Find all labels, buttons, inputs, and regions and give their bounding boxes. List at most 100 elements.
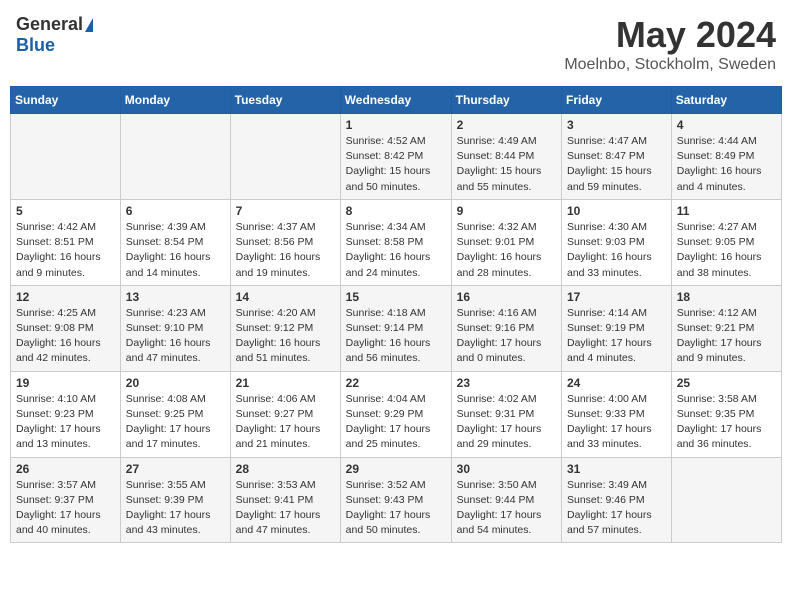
logo: General Blue bbox=[16, 14, 93, 56]
calendar-cell bbox=[11, 114, 121, 200]
calendar-cell: 26Sunrise: 3:57 AM Sunset: 9:37 PM Dayli… bbox=[11, 457, 121, 543]
day-number: 22 bbox=[346, 376, 446, 390]
day-info: Sunrise: 4:06 AM Sunset: 9:27 PM Dayligh… bbox=[236, 392, 335, 453]
calendar-cell: 20 Sunrise: 4:08 AM Sunset: 9:25 PM Dayli… bbox=[120, 371, 230, 457]
calendar-cell: 28 Sunrise: 3:53 AM Sunset: 9:41 PM Dayli… bbox=[230, 457, 340, 543]
weekday-header-tuesday: Tuesday bbox=[230, 87, 340, 114]
day-info: Sunrise: 3:53 AM Sunset: 9:41 PM Dayligh… bbox=[236, 478, 335, 539]
day-info: Sunrise: 3:58 AM Sunset: 9:35 PM Dayligh… bbox=[677, 392, 776, 453]
calendar-cell: 27 Sunrise: 3:55 AM Sunset: 9:39 PM Dayli… bbox=[120, 457, 230, 543]
day-number: 24 bbox=[567, 376, 666, 390]
calendar-week-3: 12 Sunrise: 4:25 AM Sunset: 9:08 PM Dayli… bbox=[11, 285, 782, 371]
calendar-cell: 7 Sunrise: 4:37 AM Sunset: 8:56 PM Daylig… bbox=[230, 199, 340, 285]
calendar-cell: 30Sunrise: 3:50 AM Sunset: 9:44 PM Dayli… bbox=[451, 457, 561, 543]
day-info: Sunrise: 4:47 AM Sunset: 8:47 PM Dayligh… bbox=[567, 134, 666, 195]
calendar-cell bbox=[671, 457, 781, 543]
day-info: Sunrise: 4:14 AM Sunset: 9:19 PM Dayligh… bbox=[567, 306, 666, 367]
weekday-header-saturday: Saturday bbox=[671, 87, 781, 114]
calendar-cell: 10 Sunrise: 4:30 AM Sunset: 9:03 PM Dayli… bbox=[562, 199, 672, 285]
day-number: 1 bbox=[346, 118, 446, 132]
day-info: Sunrise: 4:52 AM Sunset: 8:42 PM Dayligh… bbox=[346, 134, 446, 195]
day-info: Sunrise: 4:37 AM Sunset: 8:56 PM Dayligh… bbox=[236, 220, 335, 281]
weekday-header-monday: Monday bbox=[120, 87, 230, 114]
calendar-cell: 29 Sunrise: 3:52 AM Sunset: 9:43 PM Dayli… bbox=[340, 457, 451, 543]
day-number: 9 bbox=[457, 204, 556, 218]
day-info: Sunrise: 4:32 AM Sunset: 9:01 PM Dayligh… bbox=[457, 220, 556, 281]
title-block: May 2024 Moelnbo, Stockholm, Sweden bbox=[564, 14, 776, 74]
calendar-cell: 15Sunrise: 4:18 AM Sunset: 9:14 PM Dayli… bbox=[340, 285, 451, 371]
calendar-cell: 2 Sunrise: 4:49 AM Sunset: 8:44 PM Daylig… bbox=[451, 114, 561, 200]
day-info: Sunrise: 4:00 AM Sunset: 9:33 PM Dayligh… bbox=[567, 392, 666, 453]
day-info: Sunrise: 3:50 AM Sunset: 9:44 PM Dayligh… bbox=[457, 478, 556, 539]
weekday-header-wednesday: Wednesday bbox=[340, 87, 451, 114]
day-info: Sunrise: 3:52 AM Sunset: 9:43 PM Dayligh… bbox=[346, 478, 446, 539]
calendar-cell: 18 Sunrise: 4:12 AM Sunset: 9:21 PM Dayli… bbox=[671, 285, 781, 371]
calendar-cell bbox=[120, 114, 230, 200]
day-info: Sunrise: 4:27 AM Sunset: 9:05 PM Dayligh… bbox=[677, 220, 776, 281]
calendar-cell: 11Sunrise: 4:27 AM Sunset: 9:05 PM Dayli… bbox=[671, 199, 781, 285]
day-number: 14 bbox=[236, 290, 335, 304]
calendar-cell: 4 Sunrise: 4:44 AM Sunset: 8:49 PM Daylig… bbox=[671, 114, 781, 200]
day-number: 5 bbox=[16, 204, 115, 218]
day-number: 10 bbox=[567, 204, 666, 218]
day-number: 31 bbox=[567, 462, 666, 476]
day-number: 25 bbox=[677, 376, 776, 390]
calendar-cell: 25 Sunrise: 3:58 AM Sunset: 9:35 PM Dayli… bbox=[671, 371, 781, 457]
day-info: Sunrise: 4:02 AM Sunset: 9:31 PM Dayligh… bbox=[457, 392, 556, 453]
calendar-cell: 16Sunrise: 4:16 AM Sunset: 9:16 PM Dayli… bbox=[451, 285, 561, 371]
calendar-cell: 1 Sunrise: 4:52 AM Sunset: 8:42 PM Daylig… bbox=[340, 114, 451, 200]
day-number: 26 bbox=[16, 462, 115, 476]
day-info: Sunrise: 4:16 AM Sunset: 9:16 PM Dayligh… bbox=[457, 306, 556, 367]
day-number: 23 bbox=[457, 376, 556, 390]
day-number: 2 bbox=[457, 118, 556, 132]
title-month: May 2024 bbox=[564, 14, 776, 56]
day-info: Sunrise: 4:20 AM Sunset: 9:12 PM Dayligh… bbox=[236, 306, 335, 367]
day-number: 29 bbox=[346, 462, 446, 476]
day-number: 7 bbox=[236, 204, 335, 218]
calendar-cell: 3 Sunrise: 4:47 AM Sunset: 8:47 PM Daylig… bbox=[562, 114, 672, 200]
day-info: Sunrise: 4:49 AM Sunset: 8:44 PM Dayligh… bbox=[457, 134, 556, 195]
day-info: Sunrise: 4:30 AM Sunset: 9:03 PM Dayligh… bbox=[567, 220, 666, 281]
day-number: 27 bbox=[126, 462, 225, 476]
day-info: Sunrise: 4:08 AM Sunset: 9:25 PM Dayligh… bbox=[126, 392, 225, 453]
day-number: 13 bbox=[126, 290, 225, 304]
calendar-cell: 24 Sunrise: 4:00 AM Sunset: 9:33 PM Dayli… bbox=[562, 371, 672, 457]
weekday-header-friday: Friday bbox=[562, 87, 672, 114]
day-info: Sunrise: 4:23 AM Sunset: 9:10 PM Dayligh… bbox=[126, 306, 225, 367]
calendar-cell: 21 Sunrise: 4:06 AM Sunset: 9:27 PM Dayli… bbox=[230, 371, 340, 457]
day-number: 20 bbox=[126, 376, 225, 390]
page-header: General Blue May 2024 Moelnbo, Stockholm… bbox=[10, 10, 782, 78]
day-info: Sunrise: 4:04 AM Sunset: 9:29 PM Dayligh… bbox=[346, 392, 446, 453]
calendar-cell: 12 Sunrise: 4:25 AM Sunset: 9:08 PM Dayli… bbox=[11, 285, 121, 371]
day-number: 12 bbox=[16, 290, 115, 304]
day-number: 19 bbox=[16, 376, 115, 390]
day-number: 3 bbox=[567, 118, 666, 132]
day-number: 6 bbox=[126, 204, 225, 218]
day-number: 21 bbox=[236, 376, 335, 390]
calendar-cell: 14 Sunrise: 4:20 AM Sunset: 9:12 PM Dayli… bbox=[230, 285, 340, 371]
logo-blue-text: Blue bbox=[16, 35, 55, 56]
weekday-header-thursday: Thursday bbox=[451, 87, 561, 114]
day-info: Sunrise: 4:44 AM Sunset: 8:49 PM Dayligh… bbox=[677, 134, 776, 195]
day-info: Sunrise: 4:25 AM Sunset: 9:08 PM Dayligh… bbox=[16, 306, 115, 367]
day-number: 18 bbox=[677, 290, 776, 304]
calendar-cell: 17Sunrise: 4:14 AM Sunset: 9:19 PM Dayli… bbox=[562, 285, 672, 371]
day-info: Sunrise: 3:55 AM Sunset: 9:39 PM Dayligh… bbox=[126, 478, 225, 539]
calendar-cell: 19 Sunrise: 4:10 AM Sunset: 9:23 PM Dayli… bbox=[11, 371, 121, 457]
logo-general-text: General bbox=[16, 14, 83, 35]
day-number: 4 bbox=[677, 118, 776, 132]
day-info: Sunrise: 4:34 AM Sunset: 8:58 PM Dayligh… bbox=[346, 220, 446, 281]
day-info: Sunrise: 4:10 AM Sunset: 9:23 PM Dayligh… bbox=[16, 392, 115, 453]
day-info: Sunrise: 4:39 AM Sunset: 8:54 PM Dayligh… bbox=[126, 220, 225, 281]
day-info: Sunrise: 4:12 AM Sunset: 9:21 PM Dayligh… bbox=[677, 306, 776, 367]
logo-triangle-icon bbox=[85, 18, 93, 32]
calendar-cell: 9 Sunrise: 4:32 AM Sunset: 9:01 PM Daylig… bbox=[451, 199, 561, 285]
day-info: Sunrise: 4:42 AM Sunset: 8:51 PM Dayligh… bbox=[16, 220, 115, 281]
calendar-cell: 22 Sunrise: 4:04 AM Sunset: 9:29 PM Dayli… bbox=[340, 371, 451, 457]
calendar-week-5: 26Sunrise: 3:57 AM Sunset: 9:37 PM Dayli… bbox=[11, 457, 782, 543]
calendar-cell: 6 Sunrise: 4:39 AM Sunset: 8:54 PM Daylig… bbox=[120, 199, 230, 285]
day-number: 28 bbox=[236, 462, 335, 476]
calendar-week-2: 5 Sunrise: 4:42 AM Sunset: 8:51 PM Daylig… bbox=[11, 199, 782, 285]
day-info: Sunrise: 4:18 AM Sunset: 9:14 PM Dayligh… bbox=[346, 306, 446, 367]
calendar-cell: 23 Sunrise: 4:02 AM Sunset: 9:31 PM Dayli… bbox=[451, 371, 561, 457]
